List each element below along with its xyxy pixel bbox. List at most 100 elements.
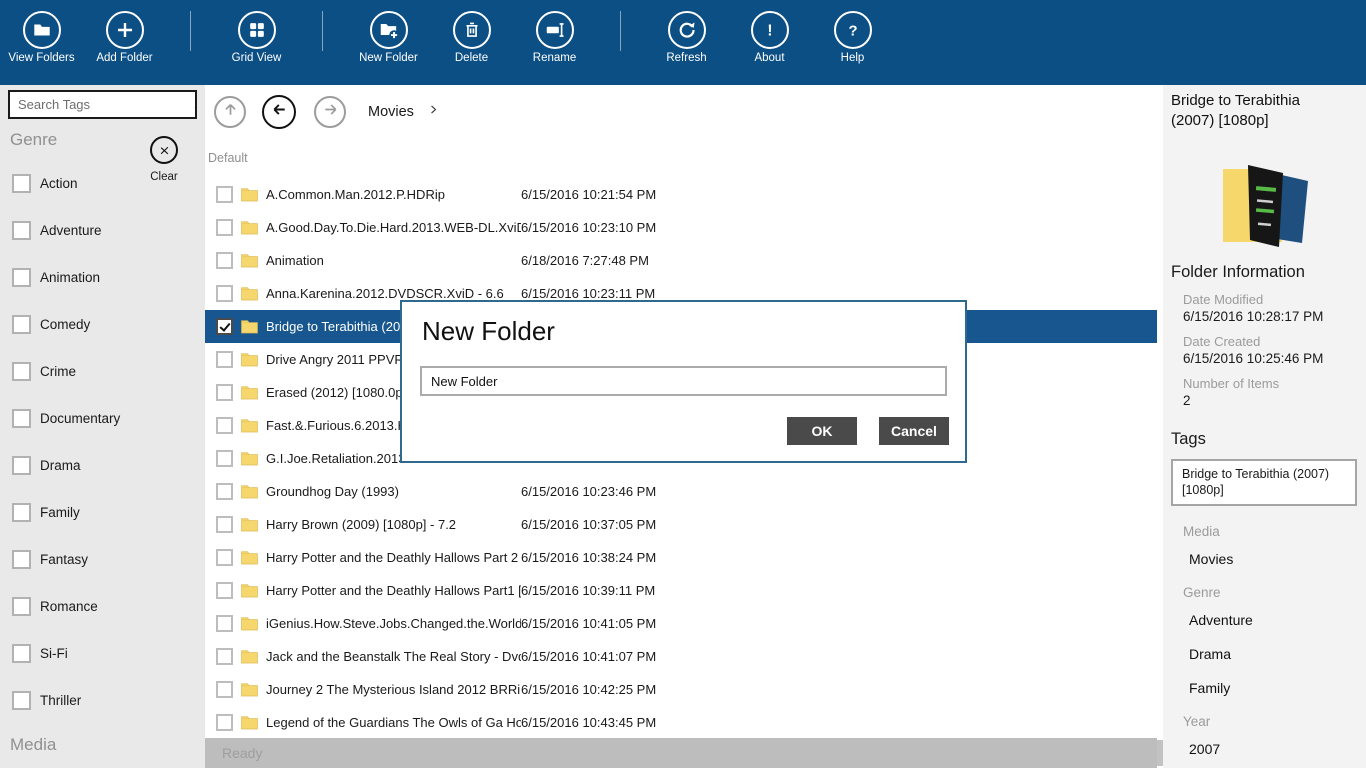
folder-row[interactable]: iGenius.How.Steve.Jobs.Changed.the.World… <box>205 607 1157 640</box>
genre-checkbox[interactable] <box>12 221 31 240</box>
row-checkbox[interactable] <box>216 615 233 632</box>
row-checkbox[interactable] <box>216 318 233 335</box>
genre-checkbox[interactable] <box>12 268 31 287</box>
row-checkbox[interactable] <box>216 384 233 401</box>
toolbar-button[interactable]: New Folder <box>347 0 430 65</box>
toolbar-group-edit: New Folder Delete Rename <box>347 0 596 65</box>
row-checkbox[interactable] <box>216 285 233 302</box>
folder-row[interactable]: Legend of the Guardians The Owls of Ga H… <box>205 706 1157 739</box>
folder-row[interactable]: Harry Brown (2009) [1080p] - 7.2 6/15/20… <box>205 508 1157 541</box>
folder-row[interactable]: A.Good.Day.To.Die.Hard.2013.WEB-DL.XviD … <box>205 211 1157 244</box>
back-button[interactable] <box>262 95 296 129</box>
folder-name: Journey 2 The Mysterious Island 2012 BRR… <box>266 682 521 697</box>
genre-label: Adventure <box>40 223 102 238</box>
genre-filter-item[interactable]: Thriller <box>0 677 205 724</box>
tag-group: Year 2007 <box>1171 714 1358 757</box>
tags-sidebar: Genre Clear Action Adventure Animation C… <box>0 85 205 768</box>
genre-label: Action <box>40 176 78 191</box>
genre-checkbox[interactable] <box>12 550 31 569</box>
genre-filter-item[interactable]: Adventure <box>0 207 205 254</box>
genre-filter-item[interactable]: Drama <box>0 442 205 489</box>
folder-icon <box>241 649 258 664</box>
toolbar-button[interactable]: Refresh <box>645 0 728 65</box>
genre-filter-item[interactable]: Fantasy <box>0 536 205 583</box>
tag-chip[interactable]: Bridge to Terabithia (2007) [1080p] <box>1171 459 1357 507</box>
folder-row[interactable]: Animation 6/18/2016 7:27:48 PM <box>205 244 1157 277</box>
tag-group: Genre AdventureDramaFamily <box>1171 585 1358 696</box>
folder-date: 6/15/2016 10:41:07 PM <box>521 649 656 664</box>
toolbar-button-label: Add Folder <box>83 52 166 65</box>
genre-checkbox[interactable] <box>12 644 31 663</box>
info-field-label: Date Created <box>1183 334 1358 349</box>
folder-row[interactable]: Groundhog Day (1993) 6/15/2016 10:23:46 … <box>205 475 1157 508</box>
row-checkbox[interactable] <box>216 681 233 698</box>
search-input[interactable] <box>10 97 194 112</box>
folder-row[interactable]: A.Common.Man.2012.P.HDRip 6/15/2016 10:2… <box>205 178 1157 211</box>
toolbar-button[interactable]: Grid View <box>215 0 298 65</box>
tags-header: Tags <box>1171 430 1358 449</box>
row-checkbox[interactable] <box>216 516 233 533</box>
toolbar-button[interactable]: View Folders <box>0 0 83 65</box>
folder-row[interactable]: Jack and the Beanstalk The Real Story - … <box>205 640 1157 673</box>
ok-button[interactable]: OK <box>787 417 857 445</box>
row-checkbox[interactable] <box>216 417 233 434</box>
folder-icon <box>241 220 258 235</box>
up-button[interactable] <box>214 96 246 128</box>
folder-icon <box>241 319 258 334</box>
folder-information-fields: Date Modified 6/15/2016 10:28:17 PM Date… <box>1171 292 1358 408</box>
genre-filter-item[interactable]: Documentary <box>0 395 205 442</box>
cancel-button[interactable]: Cancel <box>879 417 949 445</box>
folder-name: Harry Potter and the Deathly Hallows Par… <box>266 583 521 598</box>
tag-group-label: Media <box>1183 524 1358 539</box>
genre-filter-item[interactable]: Romance <box>0 583 205 630</box>
genre-checkbox[interactable] <box>12 362 31 381</box>
toolbar-button[interactable]: ! About <box>728 0 811 65</box>
genre-filter-item[interactable]: Si-Fi <box>0 630 205 677</box>
folder-info-panel: Bridge to Terabithia (2007) [1080p] Fold… <box>1163 85 1366 768</box>
row-checkbox[interactable] <box>216 714 233 731</box>
folder-row[interactable]: Harry Potter and the Deathly Hallows Par… <box>205 541 1157 574</box>
row-checkbox[interactable] <box>216 219 233 236</box>
toolbar-button[interactable]: Rename <box>513 0 596 65</box>
row-checkbox[interactable] <box>216 186 233 203</box>
row-checkbox[interactable] <box>216 648 233 665</box>
row-checkbox[interactable] <box>216 549 233 566</box>
folder-row[interactable]: Journey 2 The Mysterious Island 2012 BRR… <box>205 673 1157 706</box>
row-checkbox[interactable] <box>216 483 233 500</box>
forward-button[interactable] <box>314 96 346 128</box>
genre-filter-item[interactable]: Family <box>0 489 205 536</box>
genre-filter-item[interactable]: Crime <box>0 348 205 395</box>
row-checkbox[interactable] <box>216 582 233 599</box>
genre-checkbox[interactable] <box>12 597 31 616</box>
back-arrow-icon <box>270 100 289 124</box>
row-checkbox[interactable] <box>216 351 233 368</box>
folder-icon <box>241 352 258 367</box>
breadcrumb-movies[interactable]: Movies <box>368 104 414 120</box>
genre-section-header: Genre <box>10 130 57 150</box>
tag-groups: Media Movies Genre AdventureDramaFamily … <box>1171 524 1358 757</box>
genre-checkbox[interactable] <box>12 691 31 710</box>
genre-checkbox[interactable] <box>12 174 31 193</box>
toolbar-button[interactable]: Add Folder <box>83 0 166 65</box>
folder-name-input[interactable] <box>420 366 947 396</box>
genre-checkbox[interactable] <box>12 456 31 475</box>
toolbar-button[interactable]: ? Help <box>811 0 894 65</box>
status-text: Ready <box>205 745 262 761</box>
tag-group-items: AdventureDramaFamily <box>1171 612 1358 696</box>
genre-filter-item[interactable]: Comedy <box>0 301 205 348</box>
toolbar-button[interactable]: Delete <box>430 0 513 65</box>
app-window: { "toolbar": { "group1": [ { "label": "V… <box>0 0 1366 768</box>
genre-label: Animation <box>40 270 100 285</box>
folder-icon <box>241 418 258 433</box>
genre-checkbox[interactable] <box>12 503 31 522</box>
folder-date: 6/15/2016 10:21:54 PM <box>521 187 656 202</box>
genre-filter-item[interactable]: Action <box>0 160 205 207</box>
genre-checkbox[interactable] <box>12 409 31 428</box>
genre-checkbox[interactable] <box>12 315 31 334</box>
folder-date: 6/15/2016 10:23:46 PM <box>521 484 656 499</box>
row-checkbox[interactable] <box>216 450 233 467</box>
row-checkbox[interactable] <box>216 252 233 269</box>
folder-row[interactable]: Harry Potter and the Deathly Hallows Par… <box>205 574 1157 607</box>
genre-filter-item[interactable]: Animation <box>0 254 205 301</box>
selected-folder-title: Bridge to Terabithia (2007) [1080p] <box>1171 91 1331 131</box>
